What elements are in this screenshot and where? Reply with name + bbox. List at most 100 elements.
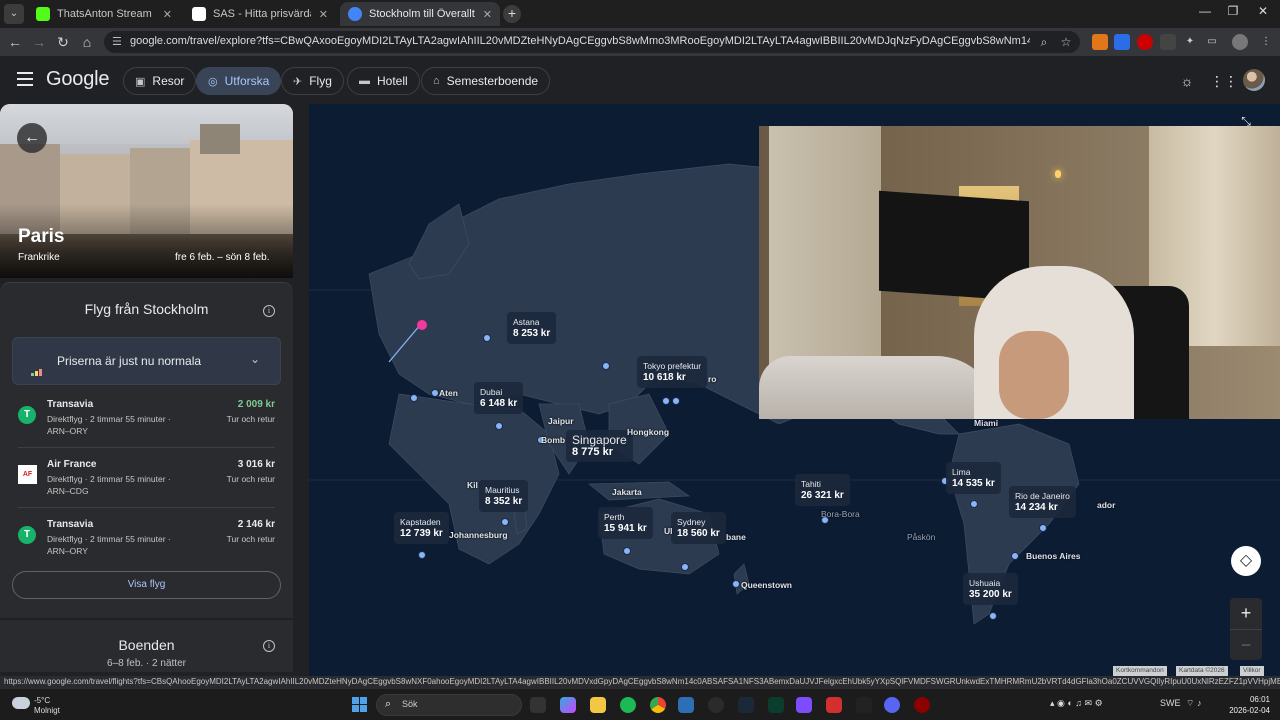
obs-icon[interactable] (708, 697, 724, 713)
home-icon[interactable]: ⌂ (78, 33, 96, 51)
discord-icon[interactable] (884, 697, 900, 713)
capcut-icon[interactable] (856, 697, 872, 713)
network-volume-icons[interactable]: ⌔ ♪ (1186, 698, 1201, 709)
back-icon[interactable]: ← (6, 33, 24, 51)
price-label-lima[interactable]: Lima 14 535 kr (946, 462, 1001, 494)
tab-search-menu[interactable]: ⌄ (4, 4, 24, 24)
close-tab-icon[interactable]: ✕ (163, 8, 172, 21)
map-city-hongkong[interactable]: Hongkong (627, 427, 669, 437)
destination-pin[interactable] (1039, 524, 1047, 532)
close-tab-icon[interactable]: ✕ (319, 8, 328, 21)
destination-pin[interactable] (1011, 552, 1019, 560)
address-bar[interactable]: ☰ google.com/travel/explore?tfs=CBwQAxoo… (104, 31, 1080, 53)
tray-icons[interactable]: ▴ ◉ ◐ ♫ ✉ ⚙ (1050, 698, 1103, 709)
app-icon[interactable] (678, 697, 694, 713)
map-city-partial[interactable]: Kil (467, 480, 478, 490)
url-text[interactable]: google.com/travel/explore?tfs=CBwQAxooEg… (130, 35, 1030, 47)
taskbar-search[interactable]: ⌕ Sök (376, 694, 522, 716)
flight-option[interactable]: AF Air France Direktflyg · 2 timmar 55 m… (12, 459, 281, 517)
app-icon[interactable] (914, 697, 930, 713)
fullscreen-icon[interactable]: ⤡ (1238, 114, 1254, 130)
price-label-perth[interactable]: Perth 15 941 kr (598, 507, 653, 539)
chip-flyg[interactable]: ✈ Flyg (281, 67, 344, 95)
new-tab-button[interactable]: + (503, 5, 521, 23)
price-label-tahiti[interactable]: Tahiti 26 321 kr (795, 474, 850, 506)
price-label-singapore[interactable]: Singapore 8 775 kr (566, 430, 633, 462)
browser-tab-2[interactable]: SAS - Hitta prisvärda flyg – Bok ✕ (184, 2, 336, 26)
back-arrow-button[interactable]: ← (17, 123, 47, 153)
main-menu-icon[interactable] (17, 72, 33, 86)
map-city-paskon[interactable]: Påskön (907, 532, 935, 542)
chip-utforska[interactable]: ◎ Utforska (196, 67, 282, 95)
steam-icon[interactable] (738, 697, 754, 713)
terms-link[interactable]: Villkor (1240, 666, 1264, 676)
adblock-extension-icon[interactable] (1137, 34, 1153, 50)
map-city-bombay[interactable]: Bomb (541, 435, 565, 445)
bookmark-star-icon[interactable]: ☆ (1058, 34, 1074, 50)
destination-pin[interactable] (501, 518, 509, 526)
profile-avatar[interactable] (1232, 34, 1248, 50)
price-label-kapstaden[interactable]: Kapstaden 12 739 kr (394, 512, 449, 544)
recenter-map-icon[interactable]: ◇ (1231, 546, 1261, 576)
chip-semesterboende[interactable]: ⌂ Semesterboende (421, 67, 551, 95)
destination-pin[interactable] (681, 563, 689, 571)
destination-pin[interactable] (970, 500, 978, 508)
flight-option[interactable]: T Transavia Direktflyg · 2 timmar 55 min… (12, 399, 281, 457)
close-window-icon[interactable]: ✕ (1248, 4, 1278, 18)
map-city-partial[interactable]: Ul (664, 526, 673, 536)
extension-icon[interactable] (1160, 34, 1176, 50)
destination-pin[interactable] (989, 612, 997, 620)
price-insight-dropdown[interactable]: Priserna är just nu normala ⌄ (12, 337, 281, 385)
extension-icon[interactable] (1114, 34, 1130, 50)
destination-pin[interactable] (418, 551, 426, 559)
forward-icon[interactable]: → (30, 33, 48, 51)
map-city-jaipur[interactable]: Jaipur (548, 416, 574, 426)
zoom-out-button[interactable]: − (1230, 629, 1262, 660)
apps-grid-icon[interactable]: ⋮⋮ (1210, 71, 1238, 91)
google-logo[interactable]: Google (46, 68, 109, 91)
map-city-buenos-aires[interactable]: Buenos Aires (1026, 551, 1080, 561)
app-icon[interactable] (826, 697, 842, 713)
zoom-icon[interactable]: ⌕ (1036, 34, 1052, 50)
destination-pin[interactable] (623, 547, 631, 555)
price-label-astana[interactable]: Astana 8 253 kr (507, 312, 557, 344)
destination-pin[interactable] (732, 580, 740, 588)
map-city-aten[interactable]: Aten (439, 388, 458, 398)
info-icon[interactable]: i (263, 305, 275, 317)
system-clock[interactable]: 06:01 2026-02-04 (1212, 694, 1270, 716)
theme-toggle-icon[interactable]: ☼ (1177, 71, 1197, 91)
keyboard-shortcuts-link[interactable]: Kortkommandon (1113, 666, 1167, 676)
info-icon[interactable]: i (263, 640, 275, 652)
destination-pin[interactable] (672, 397, 680, 405)
chrome-icon[interactable] (650, 697, 666, 713)
chip-hotell[interactable]: ▬ Hotell (347, 67, 420, 95)
app-icon[interactable] (796, 697, 812, 713)
browser-tab-1[interactable]: ThatsAnton Stream - Watch Liv ✕ (28, 2, 180, 26)
destination-pin[interactable] (662, 397, 670, 405)
price-label-rio[interactable]: Rio de Janeiro 14 234 kr (1009, 486, 1076, 518)
trip-dates[interactable]: fre 6 feb. – sön 8 feb. (175, 252, 270, 263)
cast-icon[interactable]: ▭ (1204, 34, 1220, 50)
destination-pin[interactable] (495, 422, 503, 430)
app-icon[interactable] (768, 697, 784, 713)
metamask-extension-icon[interactable] (1092, 34, 1108, 50)
windows-start-icon[interactable] (352, 697, 368, 713)
copilot-icon[interactable] (560, 697, 576, 713)
map-city-queenstown[interactable]: Queenstown (741, 580, 792, 590)
extensions-puzzle-icon[interactable]: ✦ (1182, 34, 1198, 50)
destination-pin[interactable] (483, 334, 491, 342)
destination-pin[interactable] (431, 389, 439, 397)
file-explorer-icon[interactable] (590, 697, 606, 713)
map-city-partial[interactable]: bane (726, 532, 746, 542)
destination-pin[interactable] (410, 394, 418, 402)
spotify-icon[interactable] (620, 697, 636, 713)
restore-icon[interactable]: ❐ (1218, 4, 1248, 18)
browser-tab-3-active[interactable]: Stockholm till Överallt | Utforsk ✕ (340, 2, 500, 26)
browser-menu-icon[interactable]: ⋮ (1258, 34, 1274, 50)
input-language[interactable]: SWE (1160, 698, 1181, 708)
price-label-mauritius[interactable]: Mauritius 8 352 kr (479, 480, 529, 512)
close-tab-icon[interactable]: ✕ (483, 8, 492, 21)
reload-icon[interactable]: ↻ (54, 33, 72, 51)
map-city-miami[interactable]: Miami (974, 418, 998, 428)
show-flights-button[interactable]: Visa flyg (12, 571, 281, 599)
